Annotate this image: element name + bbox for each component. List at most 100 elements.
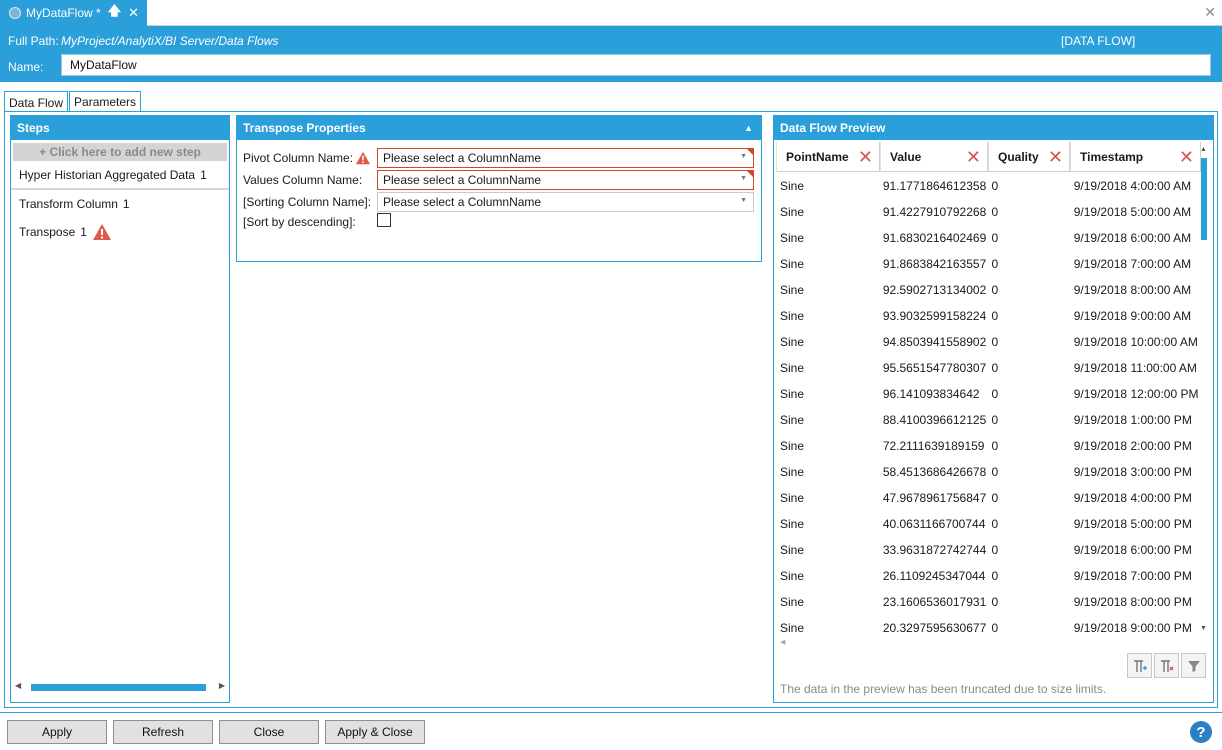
document-tab[interactable]: MyDataFlow * 🡅 ✕: [0, 0, 147, 26]
cell-quality: 0: [991, 413, 999, 427]
table-row[interactable]: Sine 33.9631872742744 0 9/19/2018 6:00:00 P…: [776, 537, 1201, 563]
table-row[interactable]: Sine 94.8503941558902 0 9/19/2018 10:00:00 …: [776, 329, 1201, 355]
cell-pointname: Sine: [780, 595, 805, 609]
pivot-column-row: Pivot Column Name: Please select a Colum…: [243, 148, 754, 168]
table-row[interactable]: Sine 92.5902713134002 0 9/19/2018 8:00:00 A…: [776, 277, 1201, 303]
document-tab-bar: MyDataFlow * 🡅 ✕ ✕: [0, 0, 1222, 26]
table-row[interactable]: Sine 91.1771864612358 0 9/19/2018 4:00:00 A…: [776, 173, 1201, 199]
refresh-button[interactable]: Refresh: [113, 720, 213, 744]
error-indicator: [747, 149, 753, 155]
cell-value: 91.6830216402469: [882, 231, 987, 245]
scrollbar-thumb[interactable]: [1201, 158, 1207, 240]
cell-value: 72.2111639189159: [882, 439, 985, 453]
table-row[interactable]: Sine 40.0631166700744 0 9/19/2018 5:00:00 P…: [776, 511, 1201, 537]
step-item-transform-column[interactable]: Transform Column 1: [11, 190, 229, 218]
error-indicator: [747, 171, 753, 177]
remove-column-icon[interactable]: [1154, 653, 1179, 678]
cell-quality: 0: [991, 465, 999, 479]
table-row[interactable]: Sine 88.4100396612125 0 9/19/2018 1:00:00 P…: [776, 407, 1201, 433]
window-close-icon[interactable]: ✕: [1204, 4, 1216, 21]
cell-timestamp: 9/19/2018 12:00:00 PM: [1073, 387, 1199, 401]
scroll-right-icon[interactable]: ▶: [219, 681, 225, 690]
pivot-column-select[interactable]: Please select a ColumnName ▼: [377, 148, 754, 168]
cell-value: 88.4100396612125: [882, 413, 987, 427]
scroll-down-icon[interactable]: ▼: [1200, 625, 1207, 632]
filter-icon[interactable]: [1181, 653, 1206, 678]
clear-column-icon[interactable]: ✕: [966, 148, 981, 166]
sorting-column-select[interactable]: Please select a ColumnName ▼: [377, 192, 754, 212]
column-header-timestamp[interactable]: Timestamp ✕: [1070, 142, 1201, 172]
steps-horizontal-scrollbar[interactable]: ◀ ▶: [15, 681, 225, 692]
apply-and-close-button[interactable]: Apply & Close: [325, 720, 425, 744]
name-field[interactable]: [61, 54, 1211, 76]
cell-timestamp: 9/19/2018 2:00:00 PM: [1073, 439, 1192, 453]
clear-column-icon[interactable]: ✕: [1048, 148, 1063, 166]
tab-parameters[interactable]: Parameters: [69, 91, 142, 112]
properties-title: Transpose Properties ▲: [237, 116, 761, 140]
column-header-quality[interactable]: Quality ✕: [988, 142, 1070, 172]
cell-timestamp: 9/19/2018 7:00:00 AM: [1073, 257, 1192, 271]
scroll-up-icon[interactable]: ▲: [1200, 146, 1207, 153]
cell-pointname: Sine: [780, 491, 805, 505]
table-row[interactable]: Sine 95.5651547780307 0 9/19/2018 11:00:00 …: [776, 355, 1201, 381]
preview-vertical-scrollbar[interactable]: ▲ ▼: [1199, 146, 1209, 632]
table-row[interactable]: Sine 93.9032599158224 0 9/19/2018 9:00:00 A…: [776, 303, 1201, 329]
properties-title-text: Transpose Properties: [243, 121, 366, 135]
table-row[interactable]: Sine 91.8683842163557 0 9/19/2018 7:00:00 A…: [776, 251, 1201, 277]
preview-grid-header: PointName ✕ Value ✕ Quality ✕ Timestamp …: [776, 142, 1201, 172]
cell-value: 96.141093834642: [882, 387, 980, 401]
table-row[interactable]: Sine 20.3297595630677 0 9/19/2018 9:00:00 P…: [776, 615, 1201, 641]
cell-timestamp: 9/19/2018 7:00:00 PM: [1073, 569, 1192, 583]
document-tab-title: MyDataFlow *: [26, 6, 101, 20]
chevron-down-icon: ▼: [740, 175, 747, 182]
step-item-transpose[interactable]: Transpose 1: [11, 218, 229, 246]
truncation-note: The data in the preview has been truncat…: [780, 682, 1107, 696]
pin-icon[interactable]: 🡅: [108, 2, 121, 24]
help-icon[interactable]: ?: [1190, 721, 1212, 743]
cell-timestamp: 9/19/2018 1:00:00 PM: [1073, 413, 1192, 427]
table-row[interactable]: Sine 26.1109245347044 0 9/19/2018 7:00:00 P…: [776, 563, 1201, 589]
table-row[interactable]: Sine 72.2111639189159 0 9/19/2018 2:00:00 P…: [776, 433, 1201, 459]
table-row[interactable]: Sine 47.9678961756847 0 9/19/2018 4:00:00 P…: [776, 485, 1201, 511]
cell-timestamp: 9/19/2018 5:00:00 AM: [1073, 205, 1192, 219]
close-icon[interactable]: ✕: [128, 5, 139, 21]
dataflow-logo-icon: [9, 7, 21, 19]
column-header-label: Timestamp: [1080, 150, 1144, 164]
cell-value: 40.0631166700744: [882, 517, 986, 531]
clear-column-icon[interactable]: ✕: [858, 148, 873, 166]
column-header-pointname[interactable]: PointName ✕: [776, 142, 880, 172]
cell-timestamp: 9/19/2018 11:00:00 AM: [1073, 361, 1197, 375]
values-column-select[interactable]: Please select a ColumnName ▼: [377, 170, 754, 190]
cell-quality: 0: [991, 517, 999, 531]
scrollbar-thumb[interactable]: [31, 684, 206, 691]
cell-value: 94.8503941558902: [882, 335, 987, 349]
close-button[interactable]: Close: [219, 720, 319, 744]
cell-timestamp: 9/19/2018 4:00:00 PM: [1073, 491, 1192, 505]
add-column-icon[interactable]: [1127, 653, 1152, 678]
preview-grid-body: Sine 91.1771864612358 0 9/19/2018 4:00:00 A…: [776, 173, 1201, 641]
apply-button[interactable]: Apply: [7, 720, 107, 744]
sort-descending-checkbox[interactable]: [377, 213, 391, 227]
column-header-value[interactable]: Value ✕: [880, 142, 988, 172]
table-row[interactable]: Sine 91.4227910792268 0 9/19/2018 5:00:00 A…: [776, 199, 1201, 225]
cell-value: 58.4513686426678: [882, 465, 987, 479]
footer: Apply Refresh Close Apply & Close ?: [0, 712, 1222, 750]
table-row[interactable]: Sine 96.141093834642 0 9/19/2018 12:00:00 P…: [776, 381, 1201, 407]
tab-data-flow[interactable]: Data Flow: [4, 91, 69, 113]
table-row[interactable]: Sine 23.1606536017931 0 9/19/2018 8:00:00 P…: [776, 589, 1201, 615]
scroll-left-icon[interactable]: ◀: [15, 681, 21, 690]
cell-quality: 0: [991, 309, 999, 323]
sorting-column-row: [Sorting Column Name]: Please select a C…: [243, 192, 754, 212]
collapse-icon[interactable]: ▲: [744, 123, 753, 133]
cell-quality: 0: [991, 595, 999, 609]
table-row[interactable]: Sine 91.6830216402469 0 9/19/2018 6:00:00 A…: [776, 225, 1201, 251]
cell-pointname: Sine: [780, 257, 805, 271]
pivot-column-value: Please select a ColumnName: [383, 151, 542, 165]
clear-column-icon[interactable]: ✕: [1179, 148, 1194, 166]
add-step-button[interactable]: + Click here to add new step: [13, 143, 227, 161]
table-row[interactable]: Sine 58.4513686426678 0 9/19/2018 3:00:00 P…: [776, 459, 1201, 485]
step-label: Transform Column: [19, 197, 118, 211]
cell-pointname: Sine: [780, 231, 805, 245]
step-item-hyper-historian[interactable]: Hyper Historian Aggregated Data 1: [11, 162, 229, 190]
scroll-left-icon[interactable]: ◀: [780, 638, 785, 646]
